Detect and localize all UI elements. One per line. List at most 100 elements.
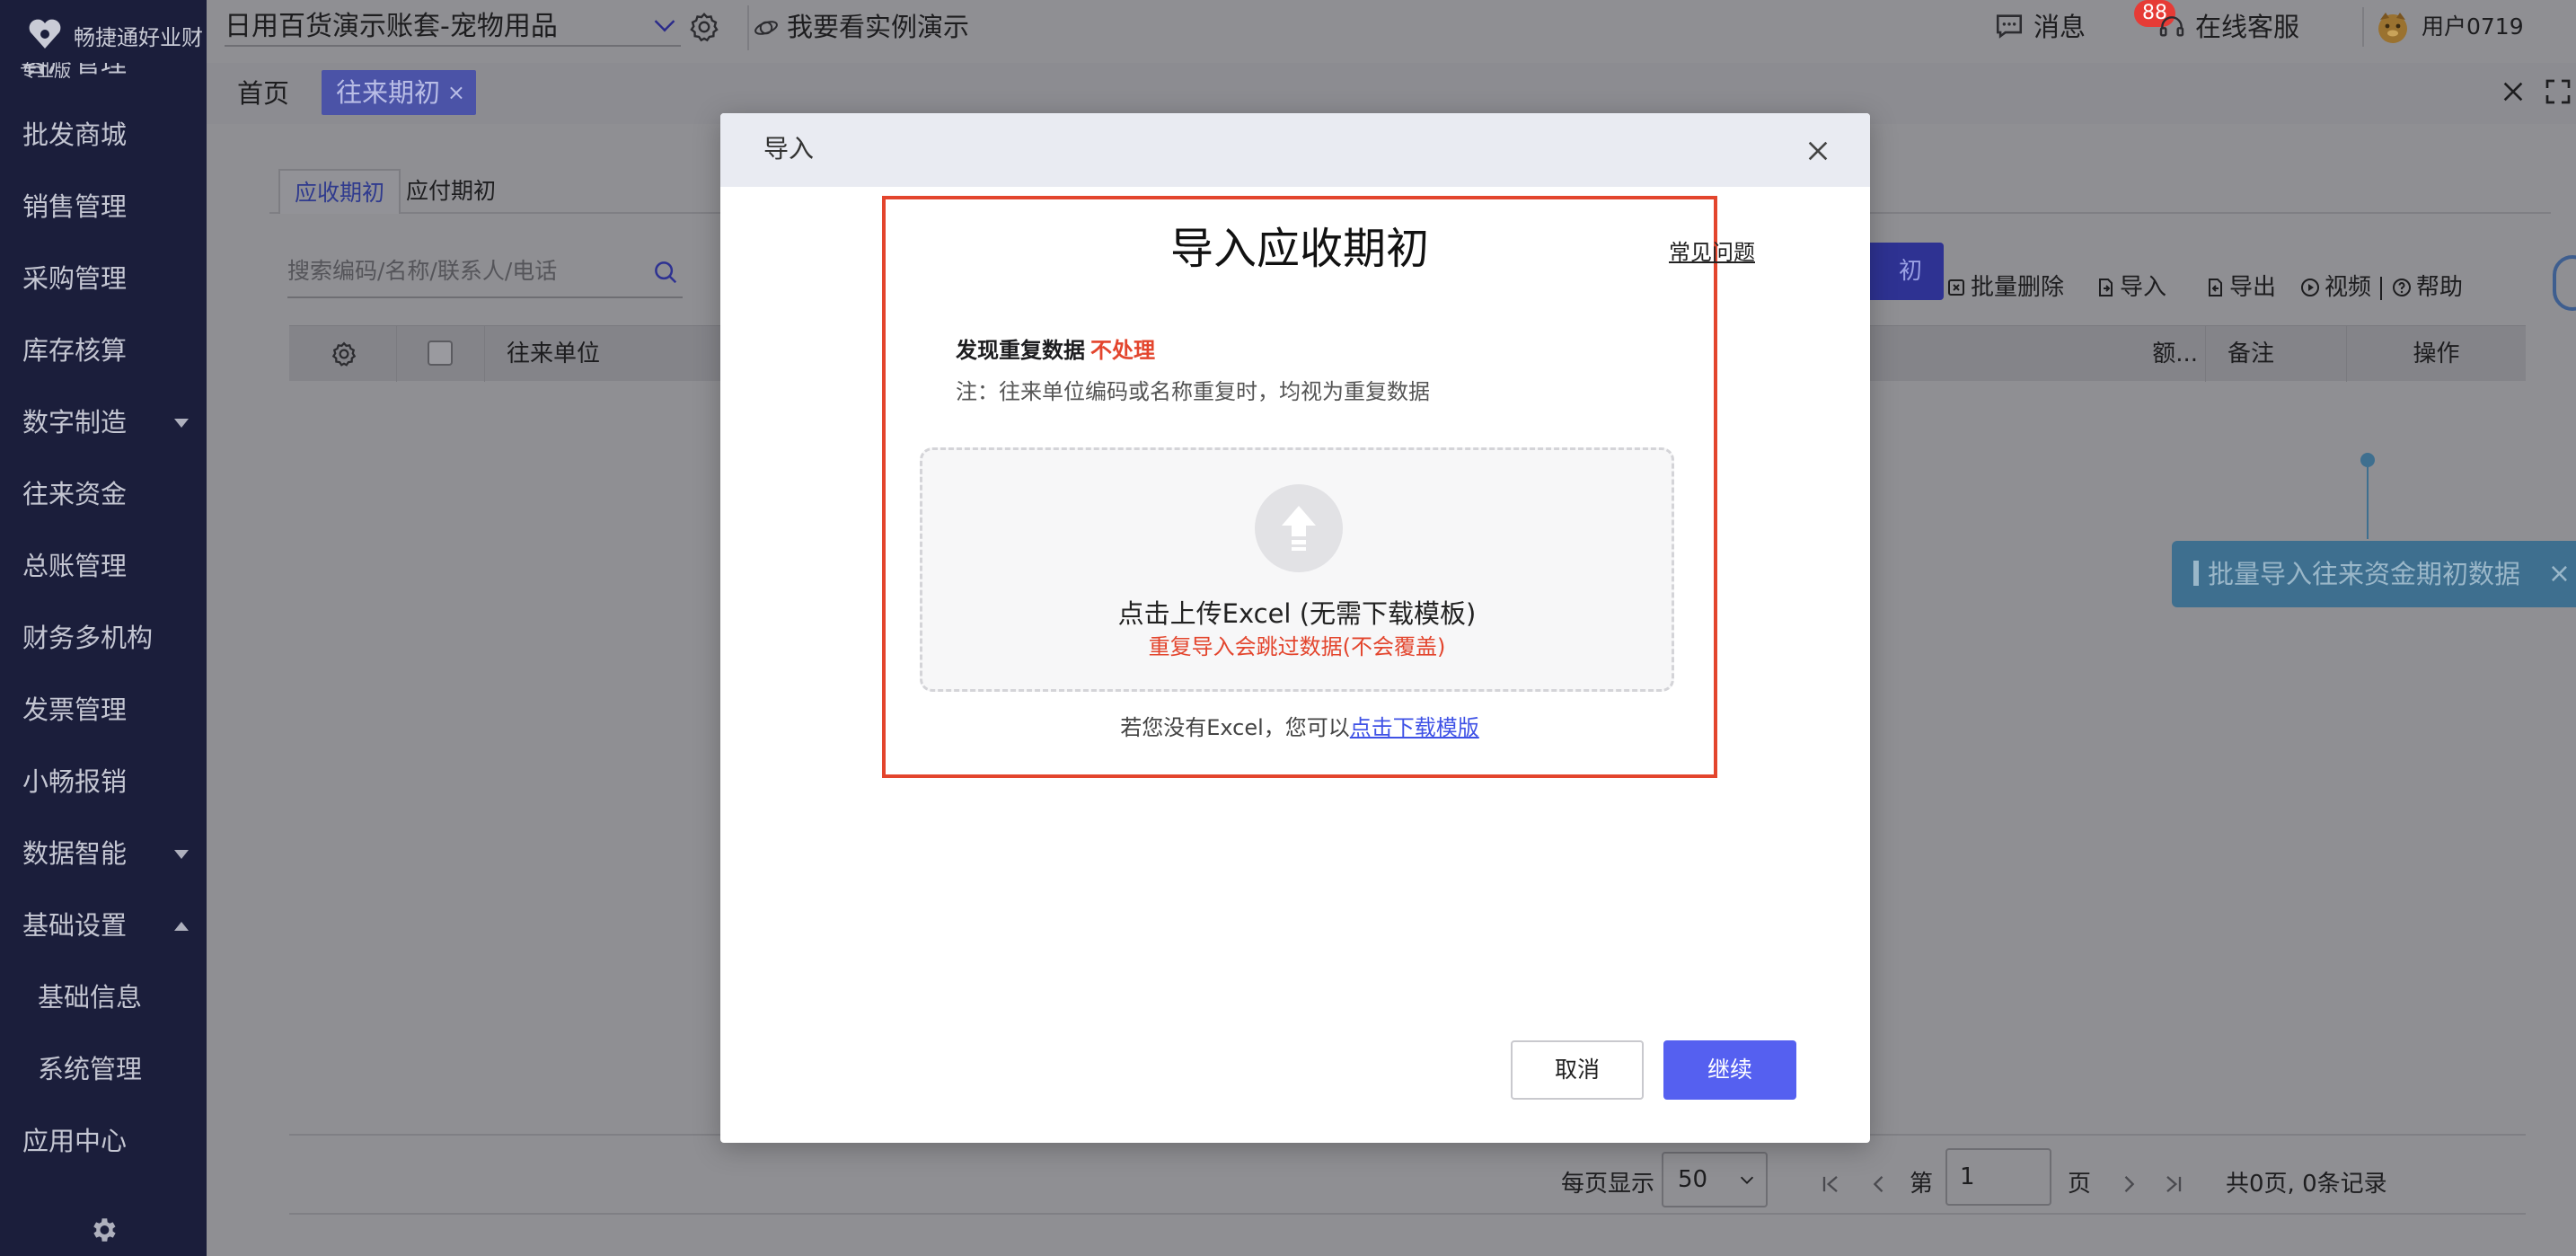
highlight-frame: 导入应收期初 常见问题 发现重复数据 不处理 注：往来单位编码或名称重复时，均视为…	[882, 196, 1755, 778]
user-menu[interactable]: 用户0719	[2378, 9, 2524, 45]
column-settings-icon[interactable]	[331, 341, 357, 367]
per-page-value: 50	[1678, 1166, 1708, 1193]
prev-page-icon[interactable]	[1866, 1172, 1892, 1197]
duplicate-value[interactable]: 不处理	[1090, 338, 1155, 363]
dialog-header: 导入	[720, 113, 1870, 187]
upload-dropzone[interactable]: 点击上传Excel (无需下载模板) 重复导入会跳过数据(不会覆盖)	[920, 447, 1674, 692]
sidebar-item-label: 基础信息	[38, 982, 143, 1013]
help-button[interactable]: 帮助	[2391, 270, 2463, 305]
planet-icon	[754, 21, 778, 35]
sidebar-item-wholesale[interactable]: 批发商城	[0, 99, 207, 171]
search-placeholder: 搜索编码/名称/联系人/电话	[287, 258, 558, 284]
export-button[interactable]: 导出	[2204, 270, 2276, 305]
logo-icon	[29, 19, 61, 49]
sidebar-item-system[interactable]: 系统管理	[0, 1033, 207, 1105]
tab-payable-opening[interactable]: 应付期初	[392, 169, 510, 214]
sidebar-item-label: 库存核算	[22, 335, 128, 366]
search-input[interactable]: 搜索编码/名称/联系人/电话	[287, 246, 683, 298]
page-prefix: 第	[1910, 1171, 1934, 1198]
tab-home[interactable]: 首页	[237, 75, 289, 111]
sidebar-item-app-center[interactable]: 应用中心	[0, 1105, 207, 1177]
page-suffix: 页	[2068, 1171, 2092, 1198]
help-label: 帮助	[2416, 274, 2464, 301]
sidebar-item-ledger[interactable]: 总账管理	[0, 530, 207, 602]
demo-link[interactable]: 我要看实例演示	[754, 9, 969, 45]
continue-button[interactable]: 继续	[1663, 1040, 1796, 1100]
help-icon	[2393, 279, 2411, 296]
template-hint: 若您没有Excel，您可以点击下载模版	[886, 712, 1714, 744]
tooltip-close-icon[interactable]: ×	[2548, 541, 2571, 607]
caret-down-icon	[174, 419, 189, 428]
close-all-tabs-icon[interactable]	[2499, 77, 2527, 106]
import-button[interactable]: 导入	[2095, 270, 2166, 305]
close-icon[interactable]	[1804, 137, 1832, 165]
column-drag-handle[interactable]	[2360, 453, 2375, 467]
tab-close-icon[interactable]: ×	[447, 70, 465, 115]
sidebar-item-expense[interactable]: 小畅报销	[0, 746, 207, 818]
faq-link[interactable]: 常见问题	[1669, 237, 1755, 268]
th-settings[interactable]	[289, 326, 397, 382]
select-all-checkbox[interactable]	[428, 341, 453, 366]
search-icon[interactable]	[652, 259, 679, 286]
export-icon	[2209, 279, 2222, 296]
next-page-icon[interactable]	[2116, 1172, 2141, 1197]
th-amount[interactable]: 额...	[1906, 326, 2206, 382]
sidebar-item-invoice[interactable]: 发票管理	[0, 674, 207, 746]
per-page-select[interactable]: 50	[1662, 1152, 1768, 1207]
sidebar-item-inventory[interactable]: 库存核算	[0, 314, 207, 386]
import-dialog: 导入 导入应收期初 常见问题 发现重复数据 不处理 注：往来单位编码或名称重复时，…	[720, 113, 1870, 1143]
import-tooltip: 批量导入往来资金期初数据 ×	[2172, 541, 2576, 607]
chat-icon	[1996, 14, 2023, 39]
fullscreen-icon[interactable]	[2544, 77, 2572, 106]
dialog-title: 导入	[763, 134, 815, 164]
headset-icon	[2159, 16, 2184, 37]
messages-button[interactable]: 消息 88	[1996, 0, 2175, 45]
download-template-link[interactable]: 点击下载模版	[1350, 715, 1479, 740]
upload-icon	[1255, 484, 1343, 572]
duplicate-setting[interactable]: 发现重复数据 不处理	[956, 334, 1155, 367]
duplicate-note: 注：往来单位编码或名称重复时，均视为重复数据	[956, 379, 1430, 404]
sidebar-item-sales[interactable]: 销售管理	[0, 171, 207, 243]
sidebar-item-label: 销售管理	[22, 191, 128, 222]
sidebar-item-label: 应用中心	[22, 1126, 128, 1156]
caret-up-icon	[174, 922, 189, 931]
column-drag-line	[2367, 467, 2369, 539]
batch-delete-label: 批量删除	[1971, 274, 2065, 301]
floating-assistant-button[interactable]	[2553, 255, 2576, 311]
pager-summary: 共0页, 0条记录	[2226, 1171, 2387, 1198]
last-page-icon[interactable]	[2161, 1172, 2186, 1197]
import-icon	[2099, 279, 2113, 296]
video-label: 视频	[2325, 274, 2372, 301]
sidebar-item-basic-info[interactable]: 基础信息	[0, 961, 207, 1033]
tab-opening-balances[interactable]: 往来期初 ×	[322, 70, 477, 115]
sidebar-item-data-intelligence[interactable]: 数据智能	[0, 818, 207, 889]
online-service-button[interactable]: 在线客服	[2159, 9, 2299, 45]
sidebar-item-label: 基础设置	[22, 910, 128, 941]
sidebar-item-label: 数据智能	[22, 838, 128, 869]
tooltip-text: 批量导入往来资金期初数据	[2208, 559, 2521, 589]
sidebar-item-label: 数字制造	[22, 407, 128, 438]
th-operation: 操作	[2346, 326, 2526, 382]
sidebar-item-label: 系统管理	[38, 1054, 143, 1084]
gear-icon[interactable]	[88, 1215, 119, 1245]
avatar	[2378, 13, 2407, 43]
sidebar-item-multi-org[interactable]: 财务多机构	[0, 602, 207, 674]
cancel-button[interactable]: 取消	[1511, 1040, 1644, 1100]
video-button[interactable]: 视频	[2299, 270, 2371, 305]
tab-label: 往来期初	[336, 77, 441, 108]
sidebar-item-basic-settings[interactable]: 基础设置	[0, 889, 207, 961]
page-number-input[interactable]: 1	[1945, 1148, 2051, 1206]
sidebar-item-label: 往来资金	[22, 479, 128, 509]
first-page-icon[interactable]	[1818, 1172, 1843, 1197]
tooltip-marker	[2193, 561, 2199, 586]
batch-delete-button[interactable]: 批量删除	[1945, 270, 2064, 305]
template-hint-text: 若您没有Excel，您可以	[1120, 715, 1350, 740]
sidebar-item-customer[interactable]: 客户管理	[0, 63, 207, 99]
sidebar-item-manufacturing[interactable]: 数字制造	[0, 386, 207, 458]
settings-gear-icon[interactable]	[688, 11, 720, 43]
sidebar-item-purchase[interactable]: 采购管理	[0, 243, 207, 314]
sidebar-nav: 客户管理 批发商城 销售管理 采购管理 库存核算 数字制造 往来资金 总账管理 …	[0, 63, 207, 1177]
sidebar-item-funds[interactable]: 往来资金	[0, 458, 207, 530]
account-selector[interactable]: 日用百货演示账套-宠物用品	[225, 7, 681, 47]
tab-receivable-opening[interactable]: 应收期初	[278, 169, 401, 214]
